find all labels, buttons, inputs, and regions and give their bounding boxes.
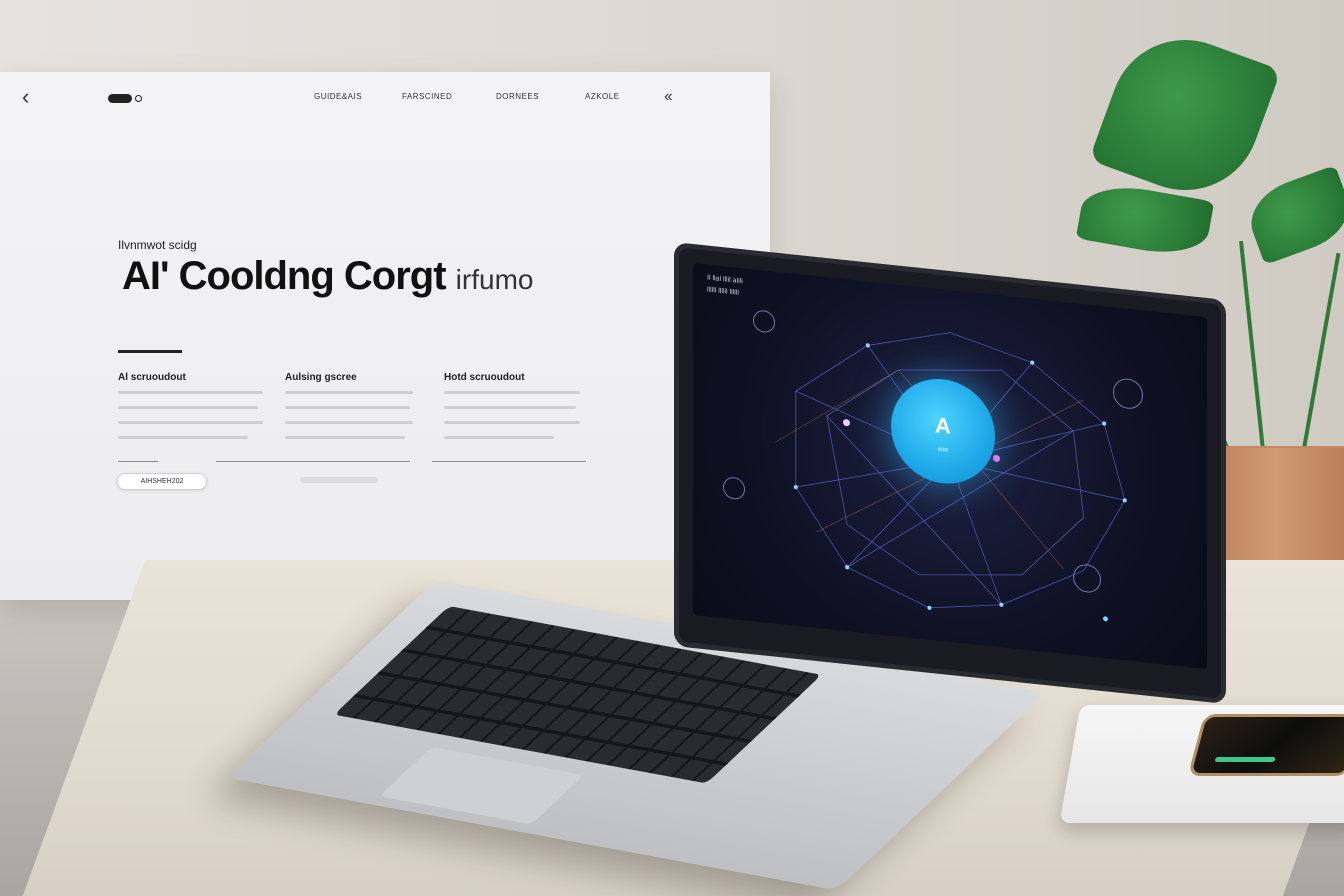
divider [216,461,410,462]
text-line [285,406,410,409]
headline-main: AI' Cooldng Corgt [122,254,447,298]
text-line [285,436,405,439]
text-line [285,391,413,394]
title-underline [118,350,182,353]
feature-column-3: Hotd scruoudout [444,372,594,451]
text-line [285,421,413,424]
feature-title: Aulsing gscree [285,372,357,383]
text-line [444,421,580,424]
divider [118,461,158,462]
laptop-display: Il llal lllil alili llllll llllil llllll [693,262,1207,670]
scene: ‹ GUIDE&AIS FARSCINED DORNEES AZKOLE ‹‹ … [0,0,1344,896]
nav-link-2[interactable]: FARSCINED [402,92,452,101]
phone-screen-bar [1214,757,1276,762]
text-line [444,391,580,394]
divider [432,461,586,462]
node-dot [993,454,1000,463]
nav-link-3[interactable]: DORNEES [496,92,539,101]
cta-button[interactable]: AIHSHEH202 [117,473,207,490]
text-line [118,406,258,409]
node-dot [1103,616,1108,622]
feature-title: Hotd scruoudout [444,372,525,383]
headline-suffix: irfumo [455,264,534,295]
text-line [444,406,576,409]
node-dot [843,418,850,427]
secondary-link[interactable] [300,477,378,483]
text-line [444,436,554,439]
smartphone [1187,714,1344,776]
forward-arrows-icon[interactable]: ‹‹ [664,88,673,106]
nav-link-4[interactable]: AZKOLE [585,92,620,101]
logo-dot-icon [135,95,142,102]
feature-column-1: Al scruoudout [118,372,268,451]
panel-nav: ‹ GUIDE&AIS FARSCINED DORNEES AZKOLE ‹‹ [0,72,770,124]
text-line [118,421,263,424]
nav-link-1[interactable]: GUIDE&AIS [314,92,362,101]
page-title: AI' Cooldng Corgt irfumo [122,254,533,299]
core-label: lllllllll [938,446,948,454]
laptop-screen: Il llal lllil alili llllll llllil llllll [674,242,1226,705]
back-arrow-icon[interactable]: ‹ [22,86,29,108]
feature-title: Al scruoudout [118,372,186,383]
web-page-panel: ‹ GUIDE&AIS FARSCINED DORNEES AZKOLE ‹‹ … [0,72,770,600]
text-line [118,391,263,394]
feature-column-2: Aulsing gscree [285,372,435,451]
text-line [118,436,248,439]
logo-icon [108,94,132,103]
kicker-text: Ilvnmwot scidg [118,238,197,252]
ai-logo-icon: A [935,412,951,440]
